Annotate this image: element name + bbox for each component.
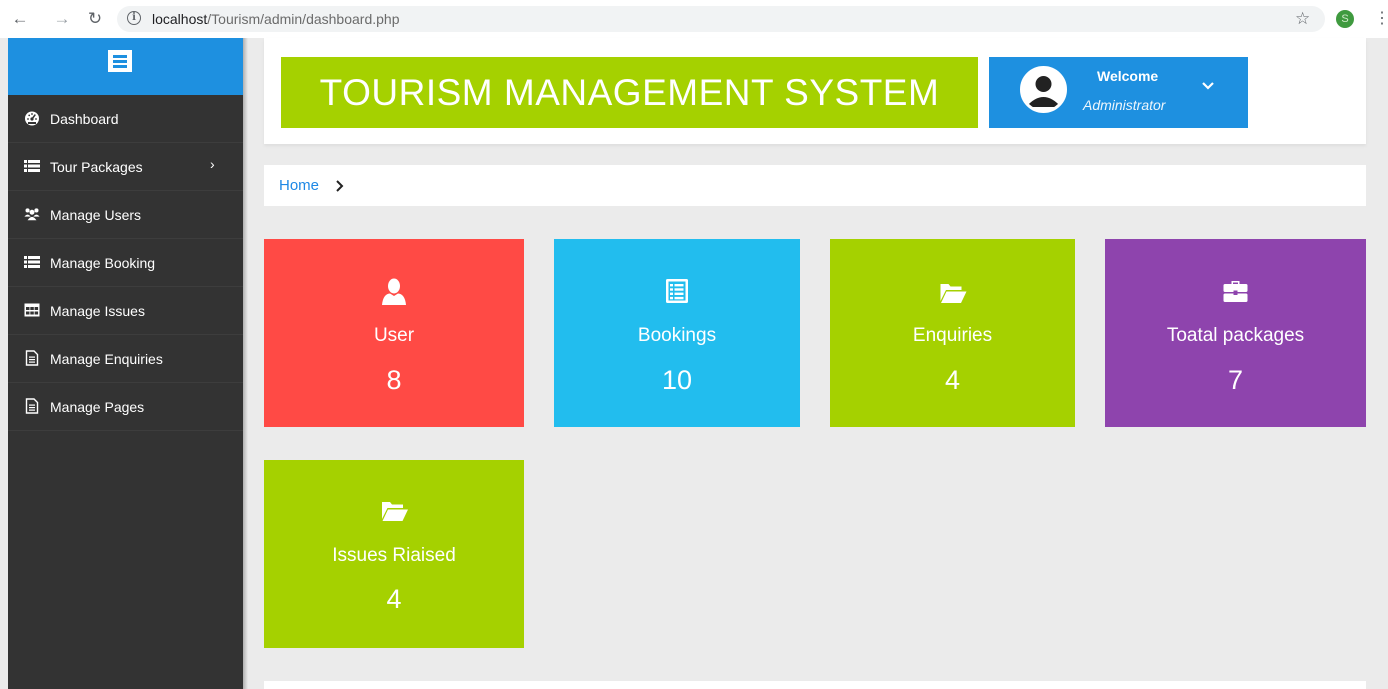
user-avatar-icon: [1023, 69, 1064, 110]
sidebar-item-label: Manage Users: [50, 207, 142, 223]
stat-card-value: 8: [386, 365, 402, 395]
folder-open-icon: [940, 284, 967, 303]
sidebar: Dashboard Tour Packages › Manage Users M…: [8, 38, 243, 689]
sidebar-item-label: Manage Pages: [50, 399, 145, 415]
bookmark-star-icon[interactable]: ☆: [1295, 9, 1310, 29]
sidebar-item-dashboard[interactable]: Dashboard: [8, 95, 243, 143]
browser-toolbar: ← → ↻ i localhost/Tourism/admin/dashboar…: [0, 0, 1388, 38]
sidebar-item-manage-booking[interactable]: Manage Booking: [8, 239, 243, 287]
url-text[interactable]: localhost/Tourism/admin/dashboard.php: [152, 11, 400, 27]
dashboard-icon: [25, 111, 39, 126]
page-title: TOURISM MANAGEMENT SYSTEM: [319, 72, 940, 113]
page-header: TOURISM MANAGEMENT SYSTEM Welcome Admini…: [264, 38, 1366, 144]
briefcase-icon: [1223, 281, 1248, 302]
stat-card-users[interactable]: User 8: [264, 239, 524, 427]
hamburger-icon[interactable]: [108, 50, 132, 72]
stat-card-value: 10: [661, 365, 693, 395]
more-menu-icon[interactable]: ⋮: [1374, 9, 1388, 29]
avatar: [1020, 66, 1067, 113]
stat-card-enquiries[interactable]: Enquiries 4: [830, 239, 1075, 427]
stat-card-packages[interactable]: Toatal packages 7: [1105, 239, 1366, 427]
sidebar-item-manage-users[interactable]: Manage Users: [8, 191, 243, 239]
document-icon: [25, 398, 39, 414]
sidebar-header: [8, 38, 243, 95]
sidebar-item-label: Manage Issues: [50, 303, 145, 319]
stat-card-issues[interactable]: Issues Riaised 4: [264, 460, 524, 648]
sidebar-item-tour-packages[interactable]: Tour Packages ›: [8, 143, 243, 191]
chevron-right-icon: ›: [210, 156, 215, 172]
url-host: localhost: [152, 11, 208, 27]
user-icon: [382, 278, 406, 305]
breadcrumb: Home: [264, 165, 1366, 206]
sidebar-item-manage-pages[interactable]: Manage Pages: [8, 383, 243, 431]
list-icon: [24, 160, 40, 172]
sidebar-item-label: Dashboard: [50, 111, 119, 127]
document-icon: [25, 350, 39, 366]
info-icon[interactable]: i: [127, 11, 141, 25]
stat-card-value: 7: [1227, 365, 1244, 395]
table-icon: [24, 303, 40, 317]
breadcrumb-home-link[interactable]: Home: [279, 177, 319, 194]
user-role: Administrator: [1083, 97, 1166, 113]
list-alt-icon: [666, 279, 688, 303]
footer-panel: [264, 681, 1366, 689]
sidebar-shadow: [243, 38, 248, 689]
sidebar-item-manage-issues[interactable]: Manage Issues: [8, 287, 243, 335]
stat-card-title: Toatal packages: [1166, 325, 1305, 346]
sidebar-item-label: Manage Booking: [50, 255, 156, 271]
back-icon[interactable]: ←: [10, 9, 30, 29]
sidebar-item-label: Manage Enquiries: [50, 351, 163, 367]
sidebar-item-label: Tour Packages: [50, 159, 143, 175]
sidebar-item-manage-enquiries[interactable]: Manage Enquiries: [8, 335, 243, 383]
forward-icon[interactable]: →: [52, 9, 72, 29]
chevron-right-icon: [336, 180, 344, 192]
stat-card-title: Issues Riaised: [332, 545, 456, 566]
stat-card-title: Bookings: [637, 325, 717, 346]
list-icon: [24, 256, 40, 268]
welcome-label: Welcome: [1097, 68, 1159, 84]
users-icon: [24, 208, 40, 221]
user-dropdown[interactable]: Welcome Administrator: [989, 57, 1248, 128]
folder-open-icon: [382, 502, 408, 521]
url-path: /Tourism/admin/dashboard.php: [207, 11, 400, 27]
stat-card-bookings[interactable]: Bookings 10: [554, 239, 800, 427]
reload-icon[interactable]: ↻: [85, 9, 105, 29]
chevron-down-icon[interactable]: [1199, 79, 1217, 93]
title-banner: TOURISM MANAGEMENT SYSTEM: [281, 57, 978, 128]
stat-card-value: 4: [386, 584, 402, 614]
stat-card-title: User: [373, 325, 415, 346]
stat-card-title: Enquiries: [912, 325, 993, 346]
stat-card-value: 4: [944, 365, 961, 395]
sidebar-menu: Dashboard Tour Packages › Manage Users M…: [8, 95, 243, 431]
address-bar[interactable]: i localhost/Tourism/admin/dashboard.php: [117, 6, 1325, 32]
profile-avatar[interactable]: S: [1336, 10, 1354, 28]
